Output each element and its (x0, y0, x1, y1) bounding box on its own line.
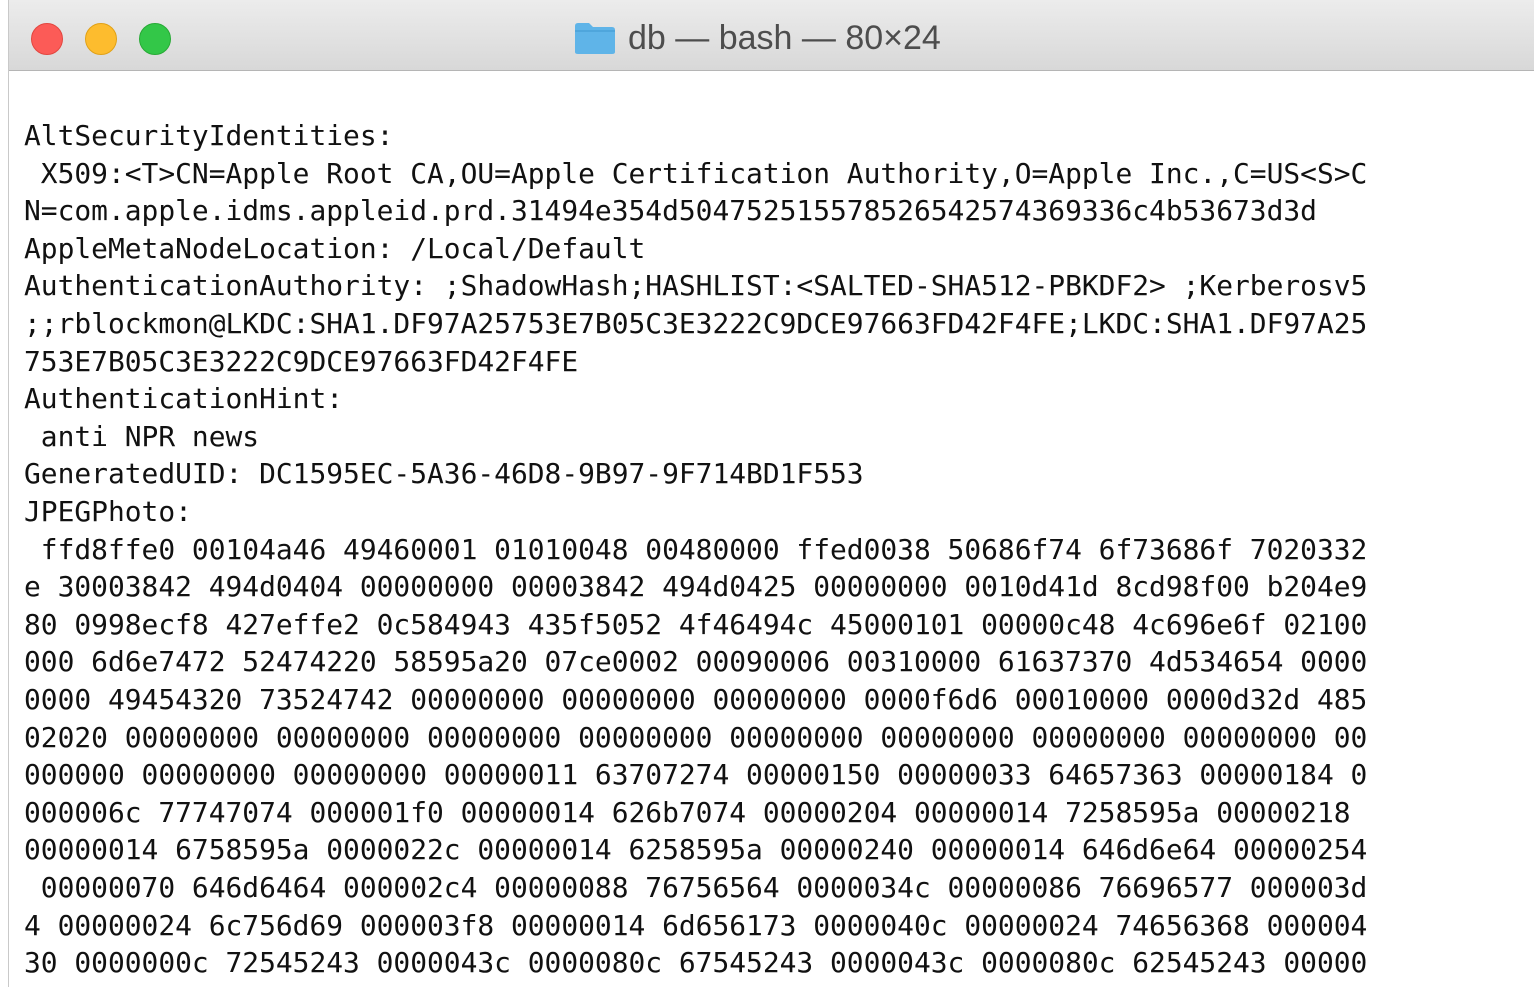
terminal-line: anti NPR news (24, 419, 260, 453)
terminal-line: 753E7B05C3E3222C9DCE97663FD42F4FE (24, 344, 579, 378)
terminal-line: ffd8ffe0 00104a46 49460001 01010048 0048… (24, 532, 1368, 566)
zoom-button[interactable] (139, 23, 171, 55)
minimize-button[interactable] (85, 23, 117, 55)
terminal-line: 000006c 77747074 000001f0 00000014 626b7… (24, 795, 1351, 829)
terminal-line: JPEGPhoto: (24, 495, 192, 528)
close-button[interactable] (31, 23, 63, 55)
terminal-line: 02020 00000000 00000000 00000000 0000000… (24, 720, 1368, 754)
terminal-line: 0000 49454320 73524742 00000000 00000000… (24, 683, 1368, 716)
terminal-line: GeneratedUID: DC1595EC-5A36-46D8-9B97-9F… (24, 457, 864, 491)
terminal-output[interactable]: AltSecurityIdentities: X509:<T>CN=Apple … (9, 71, 1534, 987)
terminal-line: 00000070 646d6464 000002c4 00000088 7675… (24, 871, 1368, 904)
terminal-line: 80 0998ecf8 427effe2 0c584943 435f5052 4… (24, 607, 1368, 641)
window-title-text: db — bash — 80×24 (628, 18, 941, 57)
terminal-line: AltSecurityIdentities: (24, 119, 394, 152)
terminal-line: 000 6d6e7472 52474220 58595a20 07ce0002 … (24, 645, 1368, 679)
terminal-line: 000000 00000000 00000000 00000011 637072… (24, 758, 1368, 792)
terminal-line: 4 00000024 6c756d69 000003f8 00000014 6d… (24, 908, 1368, 942)
terminal-line: 30 0000000c 72545243 0000043c 0000080c 6… (24, 946, 1368, 980)
title-bar[interactable]: db — bash — 80×24 (9, 0, 1534, 71)
terminal-line: e 30003842 494d0404 00000000 00003842 49… (24, 570, 1368, 604)
terminal-line: AppleMetaNodeLocation: /Local/Default (24, 231, 646, 265)
folder-icon (575, 23, 615, 54)
window-title: db — bash — 80×24 (574, 16, 941, 60)
terminal-line: AuthenticationAuthority: ;ShadowHash;HAS… (24, 269, 1368, 303)
terminal-line: AuthenticationHint: (24, 382, 344, 416)
terminal-line: N=com.apple.idms.appleid.prd.31494e354d5… (24, 194, 1317, 228)
terminal-line: X509:<T>CN=Apple Root CA,OU=Apple Certif… (24, 156, 1368, 190)
terminal-line: ;;rblockmon@LKDC:SHA1.DF97A25753E7B05C3E… (24, 307, 1368, 340)
terminal-line: 00000014 6758595a 0000022c 00000014 6258… (24, 833, 1368, 867)
terminal-window: db — bash — 80×24 AltSecurityIdentities:… (8, 0, 1534, 987)
